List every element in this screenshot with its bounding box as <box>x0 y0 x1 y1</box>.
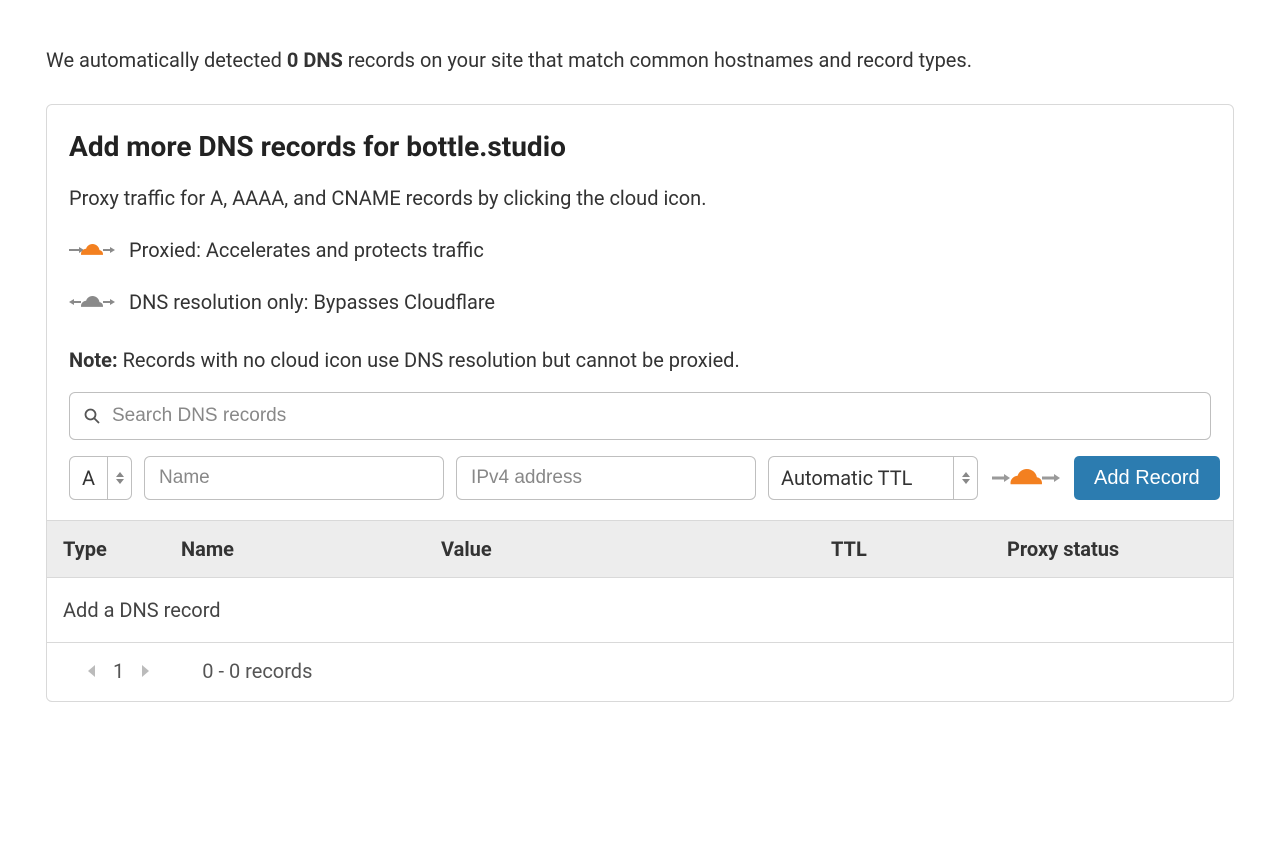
legend-dnsonly: DNS resolution only: Bypasses Cloudflare <box>69 288 1211 316</box>
add-record-form-row: A Automatic TTL <box>69 456 1211 500</box>
intro-text: We automatically detected 0 DNS records … <box>46 46 1234 74</box>
chevron-down-icon <box>116 479 124 484</box>
legend-proxied: Proxied: Accelerates and protects traffi… <box>69 236 1211 264</box>
records-count-text: 0 - 0 records <box>202 657 312 685</box>
th-value: Value <box>441 535 831 563</box>
intro-suffix: records on your site that match common h… <box>343 48 972 72</box>
chevron-left-icon <box>87 665 95 677</box>
add-record-button[interactable]: Add Record <box>1074 456 1220 500</box>
note-label: Note: <box>69 348 118 372</box>
search-wrapper[interactable] <box>69 392 1211 440</box>
ttl-value: Automatic TTL <box>769 457 953 499</box>
intro-bold: 0 DNS <box>287 48 343 72</box>
record-type-stepper[interactable] <box>107 457 131 499</box>
records-table-header: Type Name Value TTL Proxy status <box>47 520 1233 578</box>
intro-prefix: We automatically detected <box>46 48 287 72</box>
card-subtext: Proxy traffic for A, AAAA, and CNAME rec… <box>69 184 1211 212</box>
th-name: Name <box>181 535 441 563</box>
chevron-down-icon <box>962 479 970 484</box>
record-type-value: A <box>70 457 107 499</box>
pager-current-page: 1 <box>113 657 124 685</box>
table-footer: 1 0 - 0 records <box>69 643 1211 687</box>
search-input[interactable] <box>112 393 1196 439</box>
chevron-up-icon <box>116 472 124 477</box>
record-name-input[interactable] <box>159 457 429 499</box>
chevron-up-icon <box>962 472 970 477</box>
th-ttl: TTL <box>831 535 1007 563</box>
cloud-dnsonly-icon <box>69 291 115 313</box>
record-value-input[interactable] <box>471 457 741 499</box>
records-table-body: Add a DNS record <box>47 578 1233 643</box>
dns-records-card: Add more DNS records for bottle.studio P… <box>46 104 1234 702</box>
search-icon <box>84 408 100 424</box>
empty-state-text: Add a DNS record <box>47 578 1233 642</box>
ttl-select[interactable]: Automatic TTL <box>768 456 978 500</box>
th-proxy: Proxy status <box>1007 535 1217 563</box>
chevron-right-icon <box>142 665 150 677</box>
proxy-status-toggle[interactable] <box>990 465 1062 491</box>
note-text: Records with no cloud icon use DNS resol… <box>118 348 740 372</box>
cloud-proxied-icon <box>69 239 115 261</box>
legend-dnsonly-text: DNS resolution only: Bypasses Cloudflare <box>129 288 495 316</box>
record-value-wrapper[interactable] <box>456 456 756 500</box>
pagination: 1 <box>87 657 150 685</box>
record-type-select[interactable]: A <box>69 456 132 500</box>
legend-proxied-text: Proxied: Accelerates and protects traffi… <box>129 236 484 264</box>
record-name-wrapper[interactable] <box>144 456 444 500</box>
pager-prev-button[interactable] <box>87 665 95 677</box>
pager-next-button[interactable] <box>142 665 150 677</box>
note-row: Note: Records with no cloud icon use DNS… <box>69 346 1211 374</box>
th-type: Type <box>63 535 181 563</box>
card-title: Add more DNS records for bottle.studio <box>69 127 1211 166</box>
ttl-stepper[interactable] <box>953 457 977 499</box>
